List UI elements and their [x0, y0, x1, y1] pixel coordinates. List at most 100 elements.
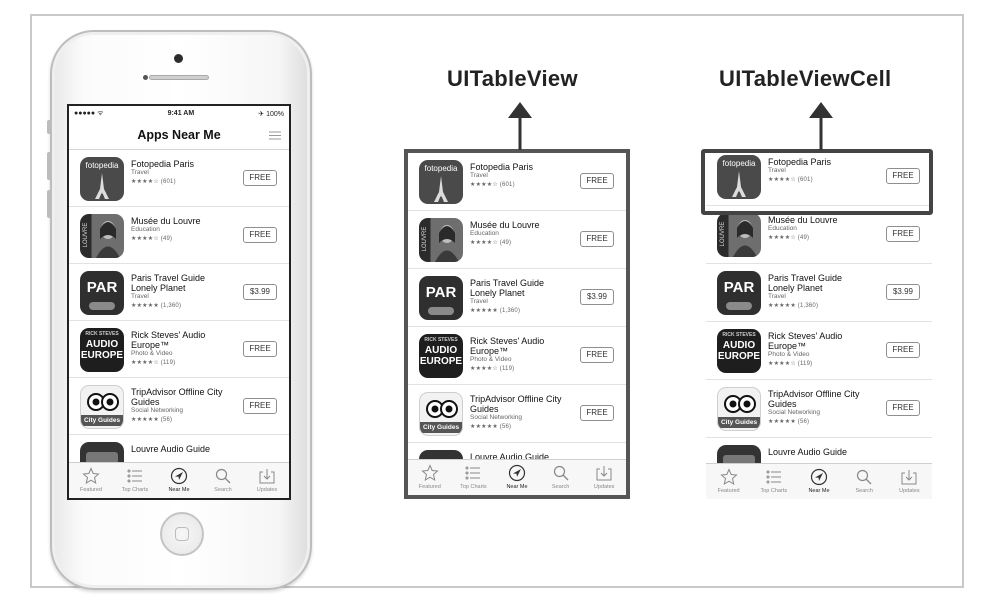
app-category: Education [768, 225, 797, 232]
price-button[interactable]: FREE [886, 226, 920, 242]
tab-label: Top Charts [460, 484, 487, 490]
price-button[interactable]: FREE [886, 342, 920, 358]
app-rating: ★★★★★ (56) [131, 417, 173, 423]
battery-indicator: ✈ 100% [258, 110, 284, 118]
table-row[interactable]: City Guides TripAdvisor Offline City Guid… [408, 385, 626, 443]
icon-text: PAR [86, 279, 118, 296]
app-rating: ★★★★☆ (49) [131, 236, 173, 242]
audio-europe-icon: RICK STEVES AUDIO EUROPE [80, 328, 124, 372]
price-button[interactable]: FREE [580, 405, 614, 421]
status-time: 9:41 AM [167, 110, 195, 117]
list-icon [465, 466, 481, 480]
tab-updates[interactable]: Updates [582, 460, 626, 495]
table-row[interactable]: PAR Paris Travel Guide Lonely Planet Trav… [69, 264, 289, 321]
tab-label: Updates [899, 488, 920, 494]
table-row[interactable]: fotopedia Fotopedia Paris Travel ★★★★☆ (60… [408, 153, 626, 211]
icon-text: LOUVRE [422, 226, 428, 252]
list-icon[interactable] [269, 131, 281, 140]
price-button[interactable]: FREE [243, 227, 277, 243]
tab-top-charts[interactable]: Top Charts [452, 460, 496, 495]
table-view-screen: fotopedia Fotopedia Paris Travel ★★★★☆ (60… [404, 149, 630, 499]
audio-europe-icon: RICK STEVES AUDIO EUROPE [419, 334, 463, 378]
app-table: fotopedia Fotopedia Paris Travel ★★★★☆ (60… [408, 153, 626, 495]
table-row[interactable]: PAR Paris Travel Guide Lonely Planet Trav… [408, 269, 626, 327]
app-name: Fotopedia Paris [470, 162, 534, 172]
app-category: Photo & Video [131, 350, 173, 357]
tab-search[interactable]: Search [539, 460, 583, 495]
tab-label: Updates [256, 487, 278, 493]
app-category: Social Networking [131, 407, 184, 414]
icon-text: City Guides [718, 417, 760, 428]
price-button[interactable]: $3.99 [580, 289, 614, 305]
price-button[interactable]: FREE [243, 341, 277, 357]
app-rating: ★★★★★ (1,360) [768, 303, 819, 309]
price-button[interactable]: FREE [580, 231, 614, 247]
list-icon [766, 470, 781, 484]
location-icon [810, 468, 828, 486]
table-row[interactable]: RICK STEVES AUDIO EUROPE Rick Steves' Aud… [408, 327, 626, 385]
tab-label: Featured [717, 488, 740, 494]
tab-featured[interactable]: Featured [69, 463, 113, 498]
price-button[interactable]: $3.99 [243, 284, 277, 300]
app-name: TripAdvisor Offline City Guides [131, 387, 223, 407]
icon-text: fotopedia [424, 164, 458, 173]
table-row[interactable]: City Guides TripAdvisor Offline City Guid… [706, 380, 932, 438]
tab-bar: Featured Top Charts Near Me Search Updates [408, 459, 626, 495]
price-button[interactable]: FREE [243, 170, 277, 186]
louvre-icon: LOUVRE [80, 214, 124, 258]
app-name: Musée du Louvre [470, 220, 540, 230]
table-row[interactable]: RICK STEVES AUDIO EUROPE Rick Steves' Aud… [69, 321, 289, 378]
tab-updates[interactable]: Updates [887, 464, 932, 499]
fotopedia-icon: fotopedia [80, 157, 124, 201]
app-category: Photo & Video [768, 351, 810, 358]
table-row[interactable]: City Guides TripAdvisor Offline City Guid… [69, 378, 289, 435]
uitableviewcell-label: UITableViewCell [719, 66, 892, 91]
download-icon [596, 466, 612, 481]
table-row[interactable]: LOUVRE Musée du Louvre Education ★★★★☆ (49… [69, 207, 289, 264]
icon-text: LOUVRE [720, 221, 726, 247]
table-row[interactable]: fotopedia Fotopedia Paris Travel ★★★★☆ (60… [69, 150, 289, 207]
app-name: Louvre Audio Guide [768, 447, 848, 457]
icon-text: PAR [425, 284, 457, 301]
app-name: Musée du Louvre [768, 215, 838, 225]
app-category: Social Networking [470, 414, 523, 421]
price-button[interactable]: $3.99 [886, 284, 920, 300]
app-rating: ★★★★☆ (119) [131, 360, 176, 366]
price-button[interactable]: FREE [243, 398, 277, 414]
app-name: TripAdvisor Offline City Guides [768, 389, 860, 409]
tab-featured[interactable]: Featured [408, 460, 452, 495]
page-title: Apps Near Me [137, 128, 221, 142]
tab-featured[interactable]: Featured [706, 464, 751, 499]
tab-near-me[interactable]: Near Me [495, 460, 539, 495]
table-row[interactable]: LOUVRE Musée du Louvre Education ★★★★☆ (49… [408, 211, 626, 269]
tab-top-charts[interactable]: Top Charts [751, 464, 796, 499]
app-table: fotopedia Fotopedia Paris Travel ★★★★☆ (60… [69, 150, 289, 492]
app-name: Musée du Louvre [131, 216, 201, 226]
app-name: Fotopedia Paris [131, 159, 195, 169]
sensor-dot [143, 75, 148, 80]
app-name: TripAdvisor Offline City Guides [470, 394, 562, 414]
tab-near-me[interactable]: Near Me [157, 463, 201, 498]
louvre-icon: LOUVRE [717, 213, 761, 257]
status-bar: ●●●●● ᯤ 9:41 AM ✈ 100% [69, 106, 289, 121]
list-icon [127, 469, 142, 483]
volume-up-button [47, 152, 51, 180]
location-icon [508, 464, 526, 482]
tab-top-charts[interactable]: Top Charts [113, 463, 157, 498]
price-button[interactable]: FREE [886, 400, 920, 416]
icon-text: fotopedia [85, 161, 119, 170]
price-button[interactable]: FREE [580, 347, 614, 363]
tab-near-me[interactable]: Near Me [796, 464, 841, 499]
price-button[interactable]: FREE [580, 173, 614, 189]
table-row[interactable]: PAR Paris Travel Guide Lonely Planet Trav… [706, 264, 932, 322]
mute-switch [47, 120, 51, 134]
app-rating: ★★★★★ (1,360) [131, 303, 182, 309]
search-icon [215, 468, 231, 484]
table-row[interactable]: RICK STEVES AUDIO EUROPE Rick Steves' Aud… [706, 322, 932, 380]
app-category: Travel [470, 298, 488, 305]
tab-search[interactable]: Search [842, 464, 887, 499]
app-category: Travel [131, 293, 149, 300]
tab-search[interactable]: Search [201, 463, 245, 498]
tab-updates[interactable]: Updates [245, 463, 289, 498]
phone-screen: ●●●●● ᯤ 9:41 AM ✈ 100% Apps Near Me foto… [67, 104, 291, 500]
